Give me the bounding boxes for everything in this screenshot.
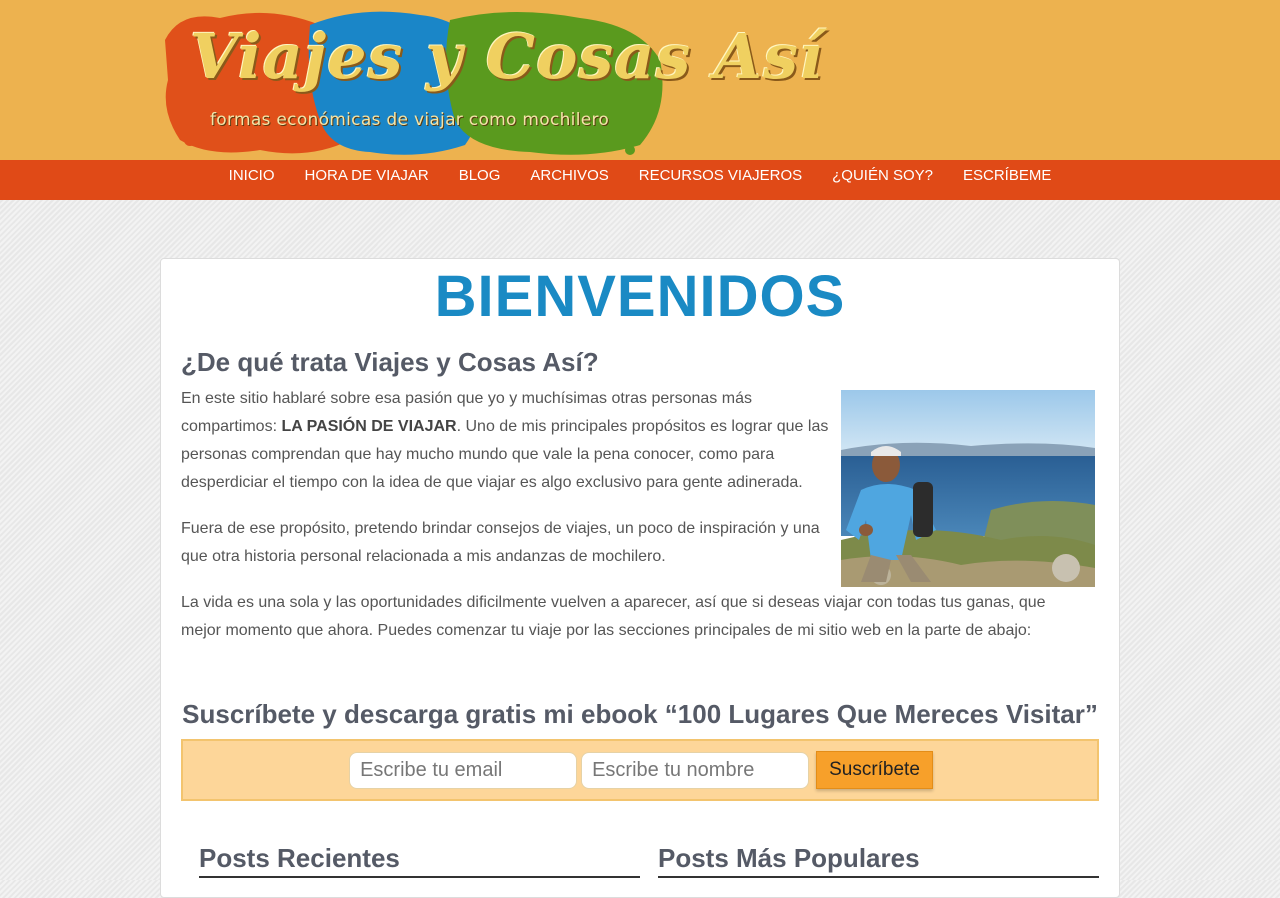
main-content: BIENVENIDOS ¿De qué trata Viajes y Cosas… xyxy=(160,258,1120,898)
call-to-action-paragraph: La vida es una sola y las oportunidades … xyxy=(181,594,1046,639)
logo-title: Viajes y Cosas Así xyxy=(190,20,824,93)
nav-item-escribeme[interactable]: ESCRÍBEME xyxy=(948,160,1066,192)
intro-text-bold: LA PASIÓN DE VIAJAR xyxy=(281,418,457,435)
nav-item-quien-soy[interactable]: ¿QUIÉN SOY? xyxy=(817,160,948,192)
name-field[interactable] xyxy=(581,751,810,789)
logo-tagline: formas económicas de viajar como mochile… xyxy=(210,110,610,130)
site-logo[interactable]: Viajes y Cosas Así formas económicas de … xyxy=(160,0,823,160)
about-heading: ¿De qué trata Viajes y Cosas Así? xyxy=(181,347,599,377)
author-photo-image xyxy=(841,390,1095,587)
nav-item-recursos-viajeros[interactable]: RECURSOS VIAJEROS xyxy=(624,160,817,192)
purpose-paragraph: Fuera de ese propósito, pretendo brindar… xyxy=(181,520,820,565)
intro-paragraph: En este sitio hablaré sobre esa pasión q… xyxy=(181,385,831,497)
email-field[interactable] xyxy=(349,751,578,789)
site-header: Viajes y Cosas Así formas económicas de … xyxy=(0,0,1280,160)
subscribe-title: Suscríbete y descarga gratis mi ebook “1… xyxy=(182,699,1098,729)
nav-item-archivos[interactable]: ARCHIVOS xyxy=(515,160,623,192)
subscribe-button[interactable]: Suscríbete xyxy=(816,751,933,789)
subscribe-form: Suscríbete xyxy=(181,739,1099,801)
recent-posts-title: Posts Recientes xyxy=(199,843,640,878)
main-navigation: INICIO HORA DE VIAJAR BLOG ARCHIVOS RECU… xyxy=(0,160,1280,200)
nav-item-inicio[interactable]: INICIO xyxy=(214,160,290,192)
welcome-title: BIENVENIDOS xyxy=(434,264,846,329)
popular-posts-title: Posts Más Populares xyxy=(658,843,1099,878)
author-photo xyxy=(841,390,1095,587)
nav-item-blog[interactable]: BLOG xyxy=(444,160,516,192)
nav-item-hora-de-viajar[interactable]: HORA DE VIAJAR xyxy=(290,160,444,192)
